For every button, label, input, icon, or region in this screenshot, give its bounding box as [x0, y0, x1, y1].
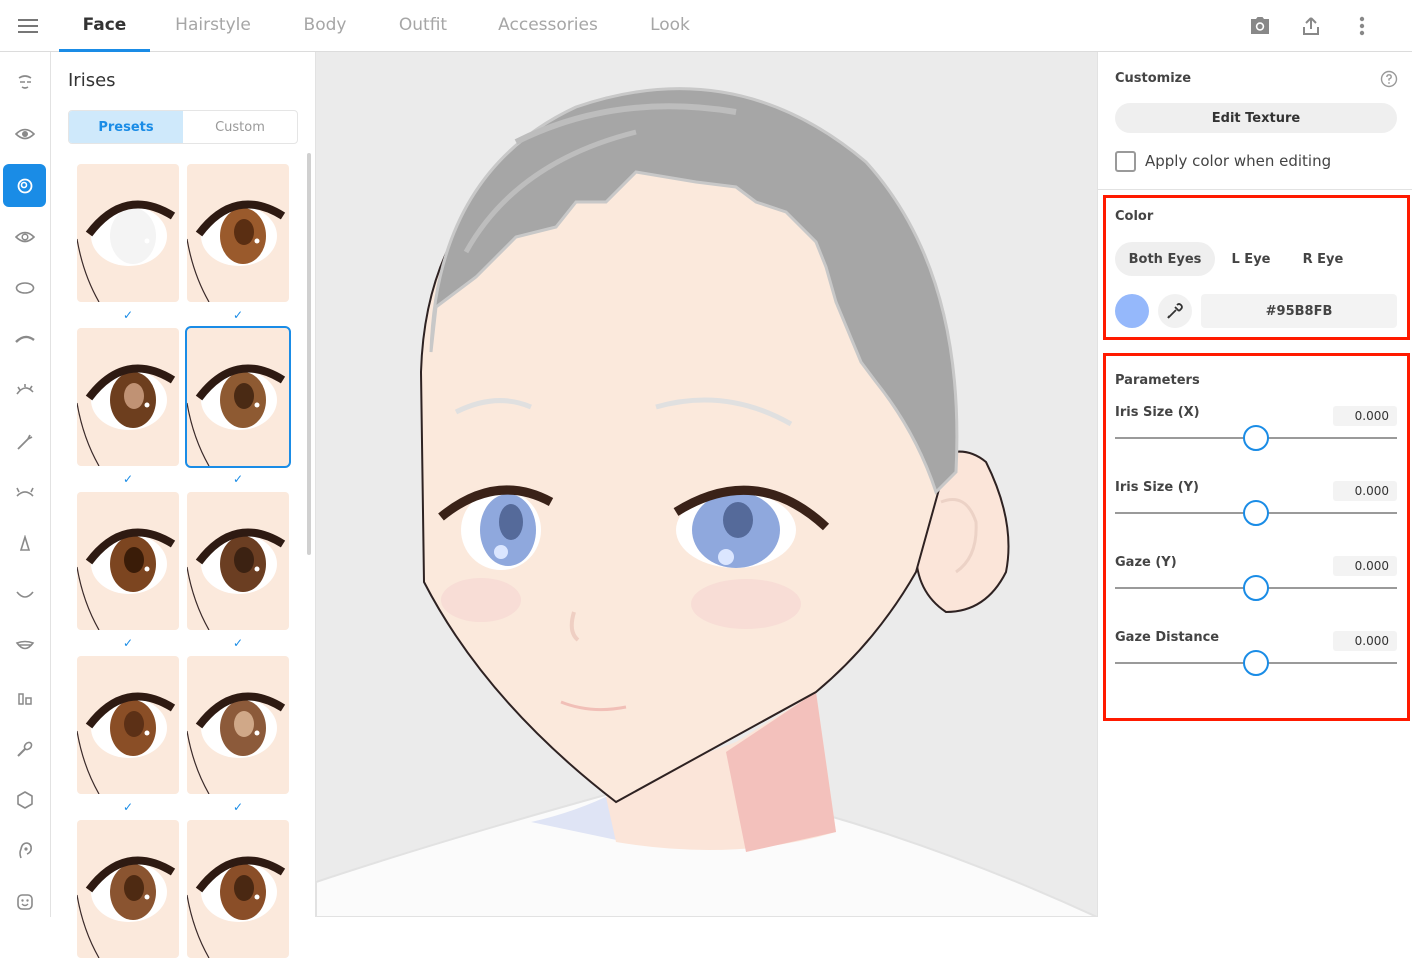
camera-icon[interactable] — [1246, 12, 1274, 40]
top-navigation-bar: Face Hairstyle Body Outfit Accessories L… — [0, 0, 1412, 52]
preset-check-icon: ✓ — [232, 308, 244, 322]
irises-panel: Irises Presets Custom ✓ ✓ ✓ ✓ ✓ ✓ ✓ ✓ — [51, 52, 316, 958]
custom-tab[interactable]: Custom — [183, 111, 297, 143]
iris-preset-thumbnail — [187, 200, 286, 302]
apply-color-checkbox[interactable] — [1115, 151, 1136, 172]
hamburger-menu-icon[interactable] — [0, 0, 56, 52]
parameter-label: Gaze (Y) — [1115, 555, 1177, 570]
tab-look[interactable]: Look — [636, 0, 704, 52]
left-eye-tab[interactable]: L Eye — [1218, 242, 1284, 276]
lower-lash-icon[interactable] — [3, 471, 46, 514]
nose-icon[interactable] — [3, 522, 46, 565]
iris-preset-thumbnail — [187, 692, 286, 794]
hex-color-input[interactable]: #95B8FB — [1201, 294, 1397, 328]
parameters-title: Parameters — [1115, 373, 1200, 388]
iris-icon[interactable] — [3, 164, 46, 207]
avatar-preview-viewport[interactable] — [316, 52, 1097, 917]
iris-preset-thumbnail — [77, 692, 176, 794]
face-shape-icon[interactable] — [3, 60, 46, 103]
parameter-label: Gaze Distance — [1115, 630, 1220, 645]
both-eyes-tab[interactable]: Both Eyes — [1115, 242, 1215, 276]
iris-preset-card[interactable] — [77, 328, 179, 466]
customize-panel: Customize Edit Texture Apply color when … — [1097, 52, 1412, 917]
tab-accessories[interactable]: Accessories — [488, 0, 608, 52]
scrollbar[interactable] — [307, 153, 311, 555]
iris-preset-card[interactable] — [187, 820, 289, 958]
tab-face[interactable]: Face — [59, 0, 150, 52]
parameter-value-input[interactable]: 0.000 — [1333, 631, 1397, 651]
iris-preset-thumbnail — [77, 364, 176, 466]
tab-body[interactable]: Body — [288, 0, 362, 52]
right-eye-tab[interactable]: R Eye — [1290, 242, 1356, 276]
parameter-slider-knob[interactable] — [1243, 500, 1269, 526]
parameter-slider-knob[interactable] — [1243, 575, 1269, 601]
preset-check-icon: ✓ — [122, 472, 134, 486]
panel-title: Irises — [68, 70, 116, 91]
color-title: Color — [1115, 209, 1154, 224]
iris-preset-thumbnail — [77, 200, 176, 302]
eyelash-icon[interactable] — [3, 368, 46, 411]
teeth-icon[interactable] — [3, 624, 46, 667]
parameter-value-input[interactable]: 0.000 — [1333, 481, 1397, 501]
eye-outline-icon[interactable] — [3, 266, 46, 309]
eye-icon[interactable] — [3, 112, 46, 155]
edit-texture-button[interactable]: Edit Texture — [1115, 103, 1397, 133]
avatar-face-render — [316, 87, 1097, 917]
eyedropper-icon[interactable] — [1158, 294, 1192, 328]
iris-preset-thumbnail — [187, 364, 286, 466]
cheek-icon[interactable] — [3, 675, 46, 718]
face-part-sidebar — [0, 52, 51, 917]
tab-outfit[interactable]: Outfit — [386, 0, 460, 52]
iris-preset-card[interactable] — [187, 656, 289, 794]
iris-preset-card[interactable] — [77, 164, 179, 302]
face-outline-icon[interactable] — [3, 778, 46, 821]
ear-icon[interactable] — [3, 829, 46, 872]
parameter-slider-knob[interactable] — [1243, 650, 1269, 676]
iris-preset-thumbnail — [187, 528, 286, 630]
preset-check-icon: ✓ — [122, 308, 134, 322]
preset-custom-toggle: Presets Custom — [68, 110, 298, 144]
presets-tab[interactable]: Presets — [69, 111, 183, 143]
iris-preset-card[interactable] — [77, 492, 179, 630]
mouth-icon[interactable] — [3, 573, 46, 616]
parameter-value-input[interactable]: 0.000 — [1333, 406, 1397, 426]
parameter-slider-knob[interactable] — [1243, 425, 1269, 451]
iris-preset-thumbnail — [77, 528, 176, 630]
parameter-value-input[interactable]: 0.000 — [1333, 556, 1397, 576]
iris-preset-card[interactable] — [77, 656, 179, 794]
eye-highlight-icon[interactable] — [3, 420, 46, 463]
preset-check-icon: ✓ — [122, 636, 134, 650]
iris-preset-card[interactable] — [185, 326, 291, 468]
iris-preset-card[interactable] — [187, 492, 289, 630]
eye-white-icon[interactable] — [3, 215, 46, 258]
preset-check-icon: ✓ — [232, 636, 244, 650]
more-vert-icon[interactable] — [1348, 12, 1376, 40]
preset-check-icon: ✓ — [232, 472, 244, 486]
customize-title: Customize — [1115, 71, 1192, 86]
preset-check-icon: ✓ — [122, 800, 134, 814]
apply-color-label: Apply color when editing — [1145, 152, 1332, 170]
color-swatch[interactable] — [1115, 294, 1149, 328]
makeup-brush-icon[interactable] — [3, 727, 46, 770]
help-icon[interactable] — [1380, 70, 1398, 88]
iris-preset-card[interactable] — [77, 820, 179, 958]
iris-preset-thumbnail — [187, 856, 286, 958]
iris-preset-card[interactable] — [187, 164, 289, 302]
eyebrow-icon[interactable] — [3, 317, 46, 360]
parameter-label: Iris Size (Y) — [1115, 480, 1199, 495]
share-icon[interactable] — [1297, 12, 1325, 40]
parameter-label: Iris Size (X) — [1115, 405, 1200, 420]
divider — [1098, 189, 1412, 190]
preset-check-icon: ✓ — [232, 800, 244, 814]
tab-hairstyle[interactable]: Hairstyle — [160, 0, 266, 52]
iris-preset-thumbnail — [77, 856, 176, 958]
